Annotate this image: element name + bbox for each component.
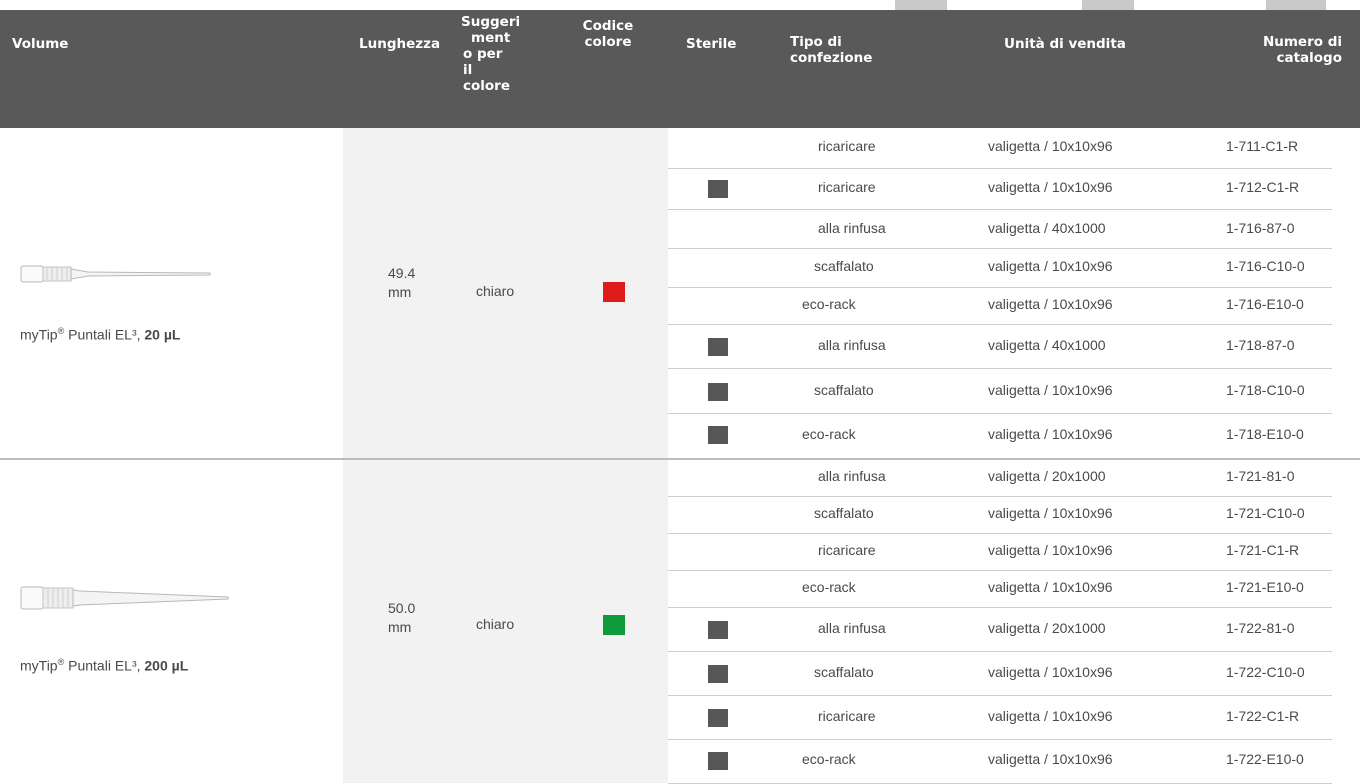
sales-unit: valigetta / 20x1000: [988, 468, 1106, 484]
table-row: eco-rack valigetta / 10x10x96 1-722-E10-…: [668, 740, 1332, 784]
catalog-number: 1-712-C1-R: [1226, 179, 1300, 195]
sterile-indicator: [708, 621, 728, 639]
packaging-type: scaffalato: [814, 664, 874, 680]
sales-unit: valigetta / 10x10x96: [988, 258, 1113, 274]
packaging-type: eco-rack: [802, 579, 856, 595]
sales-unit: valigetta / 10x10x96: [988, 382, 1113, 398]
table-header: Volume Lunghezza Suggeri ment o per il c…: [0, 10, 1360, 128]
table-row: alla rinfusa valigetta / 40x1000 1-716-8…: [668, 210, 1332, 249]
table-row: scaffalato valigetta / 10x10x96 1-716-C1…: [668, 249, 1332, 288]
packaging-type: eco-rack: [802, 296, 856, 312]
sales-unit: valigetta / 10x10x96: [988, 708, 1113, 724]
sales-unit: valigetta / 10x10x96: [988, 505, 1113, 521]
table-row: eco-rack valigetta / 10x10x96 1-716-E10-…: [668, 288, 1332, 325]
header-codice: Codice colore: [582, 18, 634, 50]
catalog-number: 1-722-E10-0: [1226, 751, 1304, 767]
sterile-indicator: [708, 180, 728, 198]
catalog-number: 1-711-C1-R: [1226, 138, 1299, 154]
sterile-indicator: [708, 426, 728, 444]
packaging-type: scaffalato: [814, 382, 874, 398]
catalog-number: 1-722-C10-0: [1226, 664, 1305, 680]
sales-unit: valigetta / 10x10x96: [988, 426, 1113, 442]
sales-unit: valigetta / 10x10x96: [988, 296, 1113, 312]
table-row: ricaricare valigetta / 10x10x96 1-722-C1…: [668, 696, 1332, 740]
header-unita: Unità di vendita: [1004, 36, 1126, 52]
table-row: scaffalato valigetta / 10x10x96 1-722-C1…: [668, 652, 1332, 696]
product-name: myTip® Puntali EL³, 20 µL: [20, 326, 181, 343]
packaging-type: ricaricare: [818, 179, 876, 195]
header-lunghezza: Lunghezza: [359, 36, 441, 52]
sterile-indicator: [708, 383, 728, 401]
catalog-number: 1-716-C10-0: [1226, 258, 1305, 274]
packaging-type: scaffalato: [814, 505, 874, 521]
table-row: alla rinfusa valigetta / 40x1000 1-718-8…: [668, 325, 1332, 369]
top-decoration: [895, 0, 947, 10]
sales-unit: valigetta / 20x1000: [988, 620, 1106, 636]
packaging-type: alla rinfusa: [818, 468, 886, 484]
length-value: 50.0 mm: [388, 600, 416, 635]
sterile-indicator: [708, 752, 728, 770]
header-suggerimento: Suggeri ment o per il colore: [461, 14, 521, 94]
length-value: 49.4 mm: [388, 265, 416, 300]
pipette-tip-image: [20, 586, 229, 610]
table-row: eco-rack valigetta / 10x10x96 1-718-E10-…: [668, 414, 1332, 458]
catalog-number: 1-721-C10-0: [1226, 505, 1305, 521]
table-row: alla rinfusa valigetta / 20x1000 1-722-8…: [668, 608, 1332, 652]
sterile-indicator: [708, 338, 728, 356]
sales-unit: valigetta / 10x10x96: [988, 179, 1113, 195]
catalog-number: 1-716-87-0: [1226, 220, 1295, 236]
header-numero: Numero di catalogo: [1262, 34, 1342, 66]
catalog-number: 1-718-C10-0: [1226, 382, 1305, 398]
product-group: myTip® Puntali EL³, 200 µL 50.0 mm chiar…: [0, 460, 1360, 784]
packaging-type: ricaricare: [818, 708, 876, 724]
product-group: myTip® Puntali EL³, 20 µL 49.4 mm chiaro…: [0, 128, 1360, 458]
packaging-type: alla rinfusa: [818, 337, 886, 353]
table-row: ricaricare valigetta / 10x10x96 1-721-C1…: [668, 534, 1332, 571]
sales-unit: valigetta / 10x10x96: [988, 138, 1113, 154]
catalog-number: 1-718-E10-0: [1226, 426, 1304, 442]
header-tipo: Tipo di confezione: [790, 34, 873, 66]
table-row: alla rinfusa valigetta / 20x1000 1-721-8…: [668, 460, 1332, 497]
sales-unit: valigetta / 10x10x96: [988, 542, 1113, 558]
sterile-indicator: [708, 709, 728, 727]
packaging-type: alla rinfusa: [818, 620, 886, 636]
catalog-number: 1-721-E10-0: [1226, 579, 1304, 595]
sales-unit: valigetta / 40x1000: [988, 337, 1106, 353]
packaging-type: ricaricare: [818, 542, 876, 558]
tip-color-value: chiaro: [476, 283, 515, 299]
catalog-number: 1-721-81-0: [1226, 468, 1295, 484]
product-name: myTip® Puntali EL³, 200 µL: [20, 657, 189, 674]
color-code-swatch: [603, 615, 625, 635]
table-row: ricaricare valigetta / 10x10x96 1-711-C1…: [668, 128, 1332, 169]
packaging-type: alla rinfusa: [818, 220, 886, 236]
sales-unit: valigetta / 40x1000: [988, 220, 1106, 236]
packaging-type: eco-rack: [802, 751, 856, 767]
pipette-tip-image: [20, 265, 211, 283]
sales-unit: valigetta / 10x10x96: [988, 579, 1113, 595]
catalog-number: 1-718-87-0: [1226, 337, 1295, 353]
catalog-number: 1-722-C1-R: [1226, 708, 1300, 724]
tip-color-value: chiaro: [476, 616, 515, 632]
header-volume: Volume: [12, 36, 69, 52]
product-cell: myTip® Puntali EL³, 20 µL: [0, 128, 343, 458]
table-row: eco-rack valigetta / 10x10x96 1-721-E10-…: [668, 571, 1332, 608]
sales-unit: valigetta / 10x10x96: [988, 664, 1113, 680]
packaging-type: scaffalato: [814, 258, 874, 274]
catalog-number: 1-721-C1-R: [1226, 542, 1300, 558]
catalog-number: 1-716-E10-0: [1226, 296, 1304, 312]
top-decoration: [1082, 0, 1134, 10]
sales-unit: valigetta / 10x10x96: [988, 751, 1113, 767]
product-cell: myTip® Puntali EL³, 200 µL: [0, 460, 343, 783]
table-row: ricaricare valigetta / 10x10x96 1-712-C1…: [668, 169, 1332, 210]
header-sterile: Sterile: [686, 36, 737, 52]
sterile-indicator: [708, 665, 728, 683]
packaging-type: eco-rack: [802, 426, 856, 442]
color-code-swatch: [603, 282, 625, 302]
packaging-type: ricaricare: [818, 138, 876, 154]
top-decoration: [1266, 0, 1326, 10]
catalog-number: 1-722-81-0: [1226, 620, 1295, 636]
table-row: scaffalato valigetta / 10x10x96 1-721-C1…: [668, 497, 1332, 534]
table-row: scaffalato valigetta / 10x10x96 1-718-C1…: [668, 369, 1332, 414]
